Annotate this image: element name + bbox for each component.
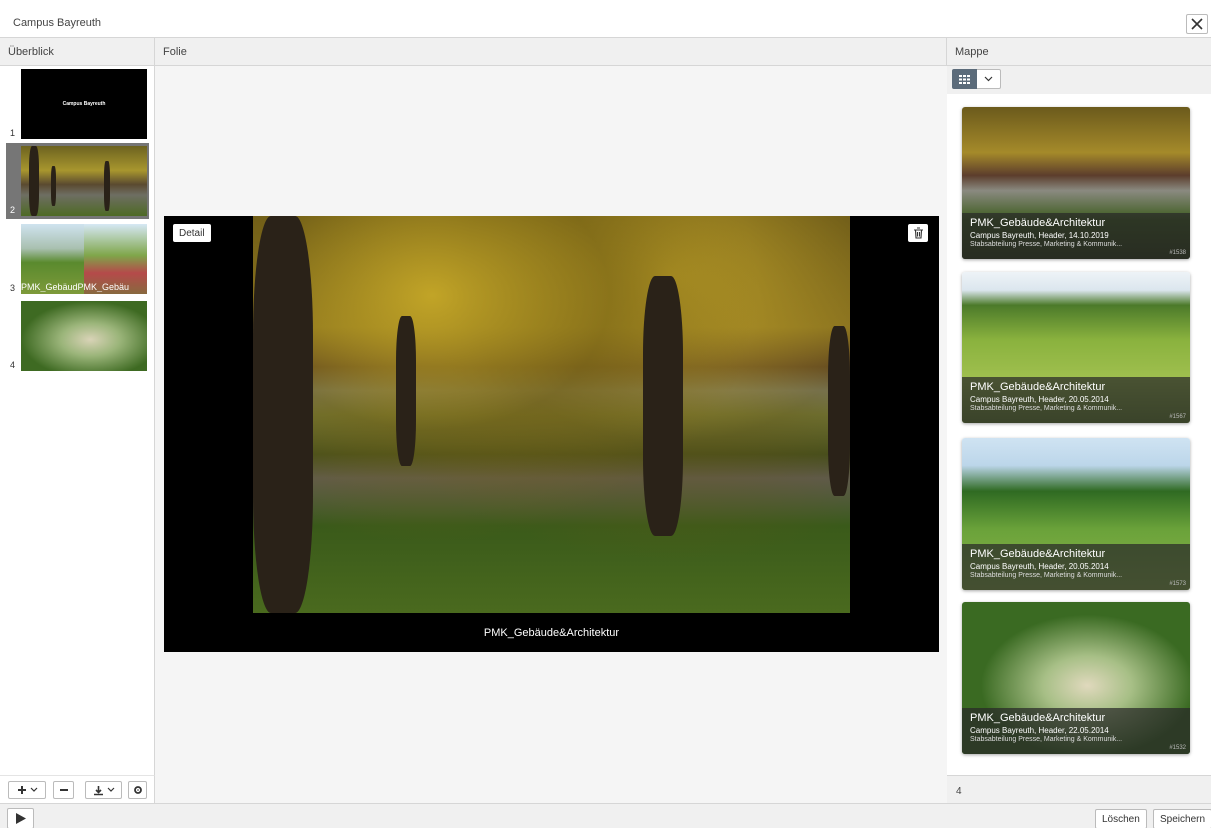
- slide-preview: [21, 146, 147, 216]
- slide-photo: [253, 216, 850, 613]
- folder-count: 4: [956, 786, 962, 797]
- delete-button[interactable]: Löschen: [1095, 809, 1147, 828]
- grid-icon: [959, 74, 970, 84]
- slide-stage: Detail PMK_Gebäude&Architektur: [155, 66, 947, 803]
- card-organization: Stabsabteilung Presse, Marketing & Kommu…: [970, 736, 1123, 743]
- bottom-bar: Löschen Speichern: [0, 803, 1211, 828]
- card-subtitle: Campus Bayreuth, Header, 20.05.2014: [970, 395, 1109, 404]
- folder-panel: PMK_Gebäude&Architektur Campus Bayreuth,…: [947, 66, 1211, 775]
- card-title: PMK_Gebäude&Architektur: [970, 217, 1106, 229]
- grid-view-button[interactable]: [952, 69, 977, 89]
- view-options-dropdown[interactable]: [977, 69, 1001, 89]
- settings-button[interactable]: [128, 781, 147, 799]
- slide-header: Folie: [155, 38, 947, 66]
- chevron-down-icon: [30, 787, 37, 792]
- slide-thumbnail-4[interactable]: 4: [6, 298, 149, 374]
- overview-panel: 1 Campus Bayreuth 2 3 PMK_GebäudPMK_Gebä…: [0, 66, 155, 775]
- chevron-down-icon: [984, 76, 993, 82]
- card-info: PMK_Gebäude&Architektur Campus Bayreuth,…: [962, 377, 1190, 423]
- folder-card[interactable]: PMK_Gebäude&Architektur Campus Bayreuth,…: [962, 272, 1190, 423]
- folder-card[interactable]: PMK_Gebäude&Architektur Campus Bayreuth,…: [962, 107, 1190, 259]
- slide-thumbnail-3[interactable]: 3 PMK_GebäudPMK_Gebäu: [6, 221, 149, 297]
- card-info: PMK_Gebäude&Architektur Campus Bayreuth,…: [962, 213, 1190, 259]
- folder-header: Mappe: [947, 38, 1211, 66]
- title-bar: Campus Bayreuth: [0, 0, 1211, 38]
- slide-preview-caption: PMK_GebäudPMK_Gebäu: [21, 282, 130, 292]
- folder-footer: 4: [947, 775, 1211, 803]
- overview-toolbar: [0, 775, 155, 803]
- folder-list: PMK_Gebäude&Architektur Campus Bayreuth,…: [947, 94, 1211, 775]
- play-icon: [15, 813, 26, 824]
- slide-number: 4: [10, 360, 16, 370]
- gear-icon: [133, 786, 142, 794]
- view-toggle: [952, 69, 1001, 89]
- card-id: #1538: [1169, 250, 1186, 256]
- card-subtitle: Campus Bayreuth, Header, 14.10.2019: [970, 231, 1109, 240]
- slide-caption: PMK_Gebäude&Architektur: [483, 627, 620, 639]
- trash-icon: [913, 227, 923, 239]
- slide-preview: PMK_GebäudPMK_Gebäu: [21, 224, 147, 294]
- card-title: PMK_Gebäude&Architektur: [970, 548, 1106, 560]
- card-id: #1567: [1169, 414, 1186, 420]
- slide-preview: [21, 301, 147, 371]
- close-button[interactable]: [1186, 14, 1208, 34]
- window-title: Campus Bayreuth: [13, 17, 102, 29]
- delete-slide-button[interactable]: [908, 224, 928, 242]
- save-button[interactable]: Speichern: [1153, 809, 1211, 828]
- slide-canvas[interactable]: Detail PMK_Gebäude&Architektur: [164, 216, 939, 652]
- add-slide-button[interactable]: [8, 781, 46, 799]
- slide-preview-caption: Campus Bayreuth: [62, 101, 106, 107]
- overview-header: Überblick: [0, 38, 155, 66]
- card-id: #1573: [1169, 581, 1186, 587]
- card-id: #1532: [1169, 745, 1186, 751]
- slide-number: 1: [10, 128, 16, 138]
- card-title: PMK_Gebäude&Architektur: [970, 712, 1106, 724]
- card-info: PMK_Gebäude&Architektur Campus Bayreuth,…: [962, 544, 1190, 590]
- card-organization: Stabsabteilung Presse, Marketing & Kommu…: [970, 405, 1123, 412]
- detail-button[interactable]: Detail: [173, 224, 211, 242]
- slide-preview: Campus Bayreuth: [21, 69, 147, 139]
- remove-slide-button[interactable]: [53, 781, 74, 799]
- card-organization: Stabsabteilung Presse, Marketing & Kommu…: [970, 572, 1123, 579]
- card-info: PMK_Gebäude&Architektur Campus Bayreuth,…: [962, 708, 1190, 754]
- slide-number: 3: [10, 283, 16, 293]
- chevron-down-icon: [107, 787, 114, 792]
- card-title: PMK_Gebäude&Architektur: [970, 381, 1106, 393]
- close-icon: [1191, 18, 1203, 30]
- card-subtitle: Campus Bayreuth, Header, 22.05.2014: [970, 726, 1109, 735]
- card-organization: Stabsabteilung Presse, Marketing & Kommu…: [970, 241, 1123, 248]
- minus-icon: [59, 789, 68, 791]
- play-button[interactable]: [7, 808, 34, 828]
- slide-number: 2: [10, 205, 16, 215]
- folder-card[interactable]: PMK_Gebäude&Architektur Campus Bayreuth,…: [962, 602, 1190, 754]
- slide-thumbnail-1[interactable]: 1 Campus Bayreuth: [6, 66, 149, 142]
- card-subtitle: Campus Bayreuth, Header, 20.05.2014: [970, 562, 1109, 571]
- folder-card[interactable]: PMK_Gebäude&Architektur Campus Bayreuth,…: [962, 438, 1190, 590]
- download-icon: [93, 785, 103, 795]
- plus-icon: [17, 786, 26, 794]
- download-button[interactable]: [85, 781, 122, 799]
- slide-thumbnail-2[interactable]: 2: [6, 143, 149, 219]
